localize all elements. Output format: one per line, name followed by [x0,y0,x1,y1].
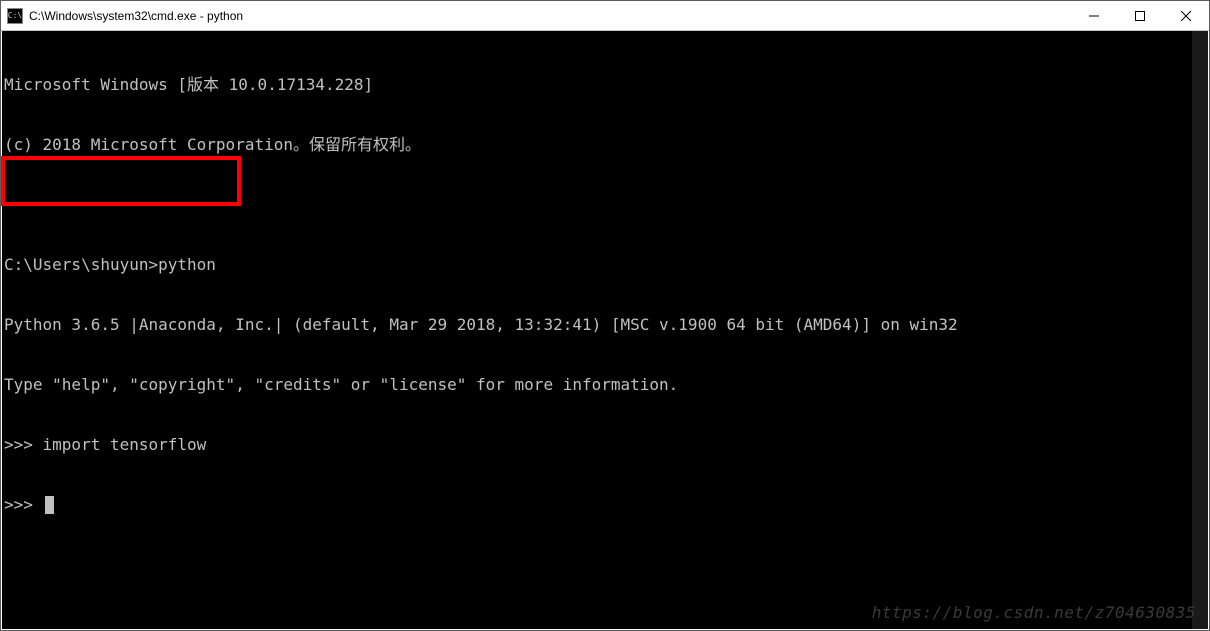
close-button[interactable] [1163,1,1209,30]
titlebar[interactable]: C:\ C:\Windows\system32\cmd.exe - python [1,1,1209,31]
terminal-line: Microsoft Windows [版本 10.0.17134.228] [4,75,1206,95]
prompt: >>> [4,495,43,514]
maximize-icon [1135,11,1145,21]
terminal-line: Type "help", "copyright", "credits" or "… [4,375,1206,395]
cmd-window: C:\ C:\Windows\system32\cmd.exe - python… [0,0,1210,631]
cmd-icon-label: C:\ [8,11,22,20]
watermark: https://blog.csdn.net/z704630835 [872,603,1196,623]
scrollbar[interactable] [1192,31,1208,629]
window-title: C:\Windows\system32\cmd.exe - python [29,9,1071,23]
terminal-line: >>> import tensorflow [4,435,1206,455]
terminal-line: >>> [4,495,1206,515]
terminal-line: (c) 2018 Microsoft Corporation。保留所有权利。 [4,135,1206,155]
window-controls [1071,1,1209,30]
terminal-line [4,195,1206,215]
terminal-line: Python 3.6.5 |Anaconda, Inc.| (default, … [4,315,1206,335]
terminal-line: C:\Users\shuyun>python [4,255,1206,275]
close-icon [1181,11,1191,21]
cursor [45,496,54,514]
cmd-icon: C:\ [7,8,23,24]
minimize-button[interactable] [1071,1,1117,30]
maximize-button[interactable] [1117,1,1163,30]
terminal-area[interactable]: Microsoft Windows [版本 10.0.17134.228] (c… [2,31,1208,629]
minimize-icon [1089,11,1099,21]
